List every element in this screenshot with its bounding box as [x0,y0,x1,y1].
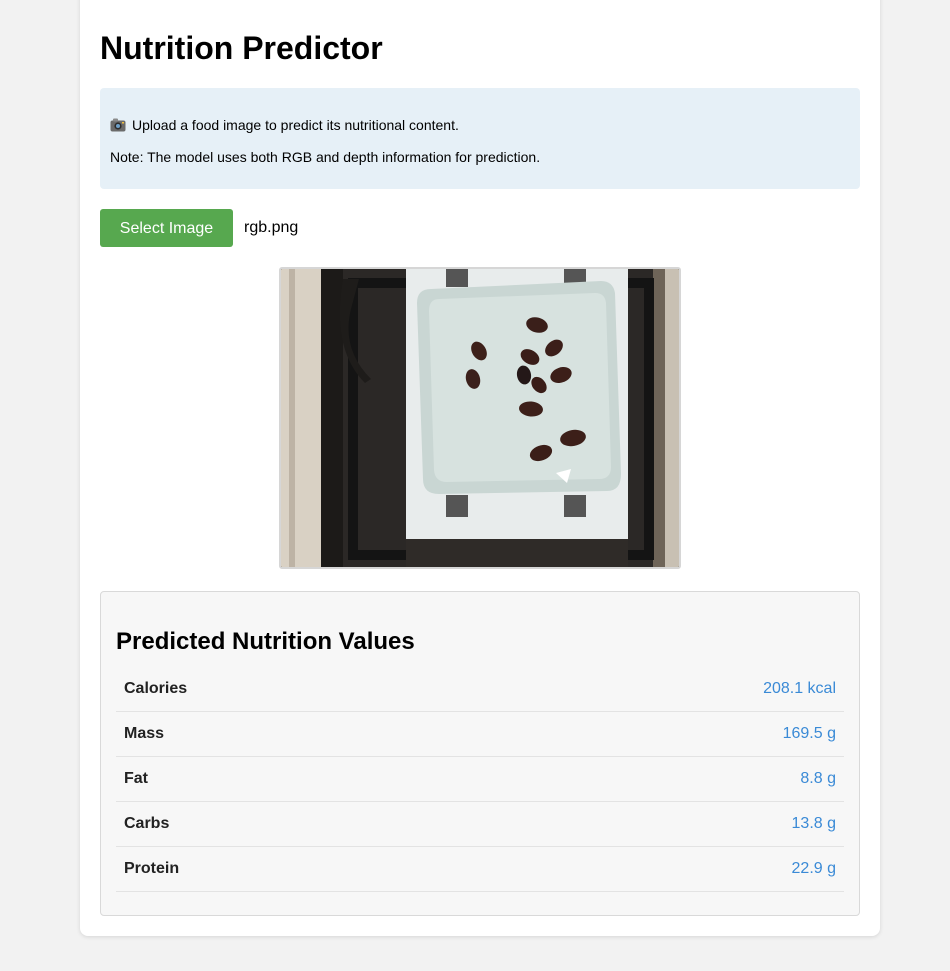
result-value: 169.5 g [782,725,836,742]
results-list: Calories 208.1 kcal Mass 169.5 g Fat 8.8… [116,667,844,892]
result-label: Calories [124,680,188,697]
results-panel: Predicted Nutrition Values Calories 208.… [100,591,860,916]
select-image-button[interactable]: Select Image [100,209,233,247]
result-value: 208.1 kcal [763,680,836,697]
result-label: Carbs [124,815,170,832]
info-text-upload: Upload a food image to predict its nutri… [132,117,459,133]
food-photo [281,269,679,567]
result-value: 22.9 g [791,860,836,877]
result-label: Protein [124,860,180,877]
result-row-mass: Mass 169.5 g [116,712,844,757]
info-note: Note: The model uses both RGB and depth … [110,149,541,165]
main-card: Nutrition Predictor Upload a food image … [80,0,880,936]
result-value: 8.8 g [800,770,836,787]
result-row-protein: Protein 22.9 g [116,847,844,892]
result-row-carbs: Carbs 13.8 g [116,802,844,847]
page-title: Nutrition Predictor [100,30,383,66]
info-line-upload: Upload a food image to predict its nutri… [110,116,850,134]
result-label: Mass [124,725,165,742]
info-box: Upload a food image to predict its nutri… [100,88,860,189]
results-title: Predicted Nutrition Values [116,628,415,655]
result-label: Fat [124,770,148,787]
result-row-fat: Fat 8.8 g [116,757,844,802]
selected-file-name: rgb.png [244,219,299,236]
food-image-preview [279,267,681,569]
camera-icon [110,118,126,132]
result-value: 13.8 g [791,815,836,832]
result-row-calories: Calories 208.1 kcal [116,667,844,712]
